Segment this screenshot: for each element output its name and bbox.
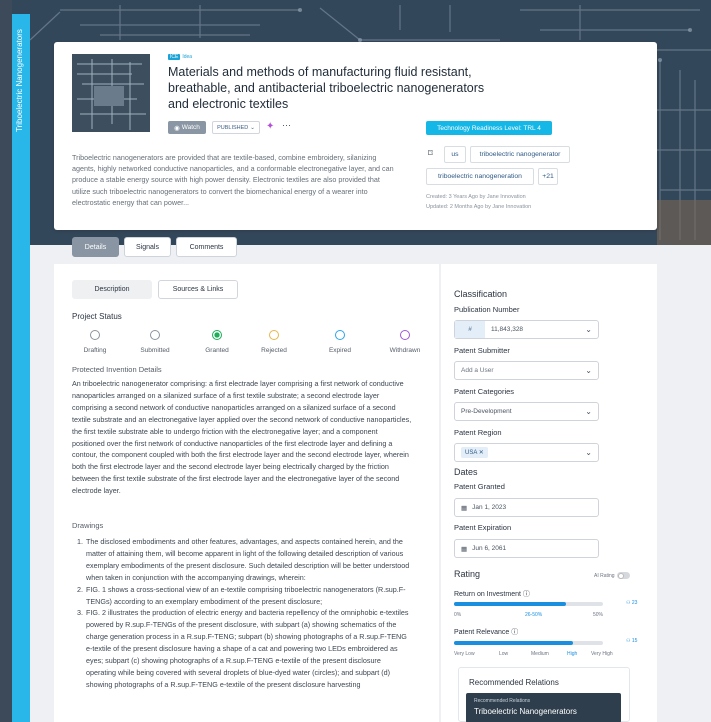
created-meta: Created: 3 Years Ago by Jane Innovation [426,194,526,200]
status-radio-icon [150,330,160,340]
patent-granted-label: Patent Granted [454,482,505,491]
dates-heading: Dates [454,467,478,477]
list-item: 1. The disclosed embodiments and other fe… [77,537,410,582]
roi-bar[interactable] [454,602,603,606]
project-status-heading: Project Status [72,312,122,321]
calendar-icon: ▦ [461,504,468,512]
protected-details-heading: Protected Invention Details [72,365,162,374]
status-radio-icon [269,330,279,340]
patent-submitter-select[interactable]: Add a User ⌄ [454,361,599,380]
chevron-down-icon: ⌄ [585,407,592,416]
recommended-heading: Recommended Relations [469,678,559,687]
status-expired[interactable]: Expired [310,330,370,354]
info-icon: ⓘ [522,591,530,598]
recommended-card[interactable]: Recommended Relations Triboelectric Nano… [466,693,621,722]
relevance-tick: Low [499,651,509,657]
tag-chip[interactable]: us [444,146,466,163]
idea-description: Triboelectric nanogenerators are provide… [72,153,394,207]
updated-meta: Updated: 2 Months Ago by Jane Innovation [426,204,532,210]
idea-thumbnail [72,54,150,132]
relevance-bar-fill [454,641,574,645]
relevance-voters[interactable]: ⚇ 15 [626,638,637,644]
status-radio-icon [90,330,100,340]
users-icon: ⚇ [626,600,631,606]
status-radio-icon [335,330,345,340]
chevron-down-icon: ⌄ [585,366,592,375]
status-dropdown[interactable]: PUBLISHED ⌄ [212,121,260,134]
tab-details[interactable]: Details [72,237,119,257]
ai-sparkle-icon[interactable]: ✦ [266,121,274,132]
chevron-down-icon: ⌄ [585,325,592,334]
ai-rating-label: AI Rating [594,573,615,579]
calendar-icon: ▦ [461,545,468,553]
chevron-down-icon: ⌄ [585,448,592,457]
more-tags-chip[interactable]: +21 [538,168,558,185]
ai-rating-toggle[interactable] [617,572,630,579]
status-radio-icon [400,330,410,340]
info-icon: ⓘ [511,629,519,636]
roi-bar-fill [454,602,566,606]
subtab-sources-links[interactable]: Sources & Links [158,280,238,299]
details-panel: Description Sources & Links Project Stat… [54,264,439,722]
status-withdrawn[interactable]: Withdrawn [375,330,435,354]
list-item: 2. FIG. 1 shows a cross-sectional view of… [77,584,406,606]
status-rejected[interactable]: Rejected [244,330,304,354]
idea-title: Materials and methods of manufacturing f… [168,65,485,111]
status-radio-selected-icon [212,330,222,340]
recommended-relations-box: Recommended Relations Recommended Relati… [458,667,630,722]
publication-number-field[interactable]: #11,843,328 ⌄ [454,320,599,339]
recommended-card-title: Triboelectric Nanogenerators [474,707,577,716]
relevance-tick: Medium [531,651,549,657]
patent-expiration-date[interactable]: ▦ Jun 6, 2061 [454,539,599,558]
drawings-heading: Drawings [72,521,104,530]
relevance-tick: High [567,651,578,657]
idea-header-card: ICE Idea Materials and methods of manufac… [54,42,657,230]
drawings-list: 1. The disclosed embodiments and other fe… [72,536,412,691]
status-drafting[interactable]: Drafting [65,330,125,354]
eye-icon: ◉ [174,124,180,132]
subtab-description[interactable]: Description [72,280,152,299]
status-granted[interactable]: Granted [187,330,247,354]
roi-label: Return on Investment ⓘ [454,591,530,598]
watch-button[interactable]: ◉ Watch [168,121,206,134]
patent-expiration-label: Patent Expiration [454,523,512,532]
roi-tick: 26-50% [525,612,543,618]
roi-tick: 0% [454,612,462,618]
region-chip[interactable]: USA ✕ [461,447,488,458]
protected-details-text: An triboelectric nanogenerator comprisin… [72,379,412,496]
patent-region-select[interactable]: USA ✕ ⌄ [454,443,599,462]
status-submitted[interactable]: Submitted [125,330,185,354]
publication-number-label: Publication Number [454,305,520,314]
trl-badge: Technology Readiness Level: TRL 4 [426,121,552,135]
patent-submitter-label: Patent Submitter [454,346,510,355]
tag-chip[interactable]: triboelectric nanogeneration [426,168,534,185]
left-strip [0,0,12,722]
chevron-down-icon: ⌄ [250,124,255,131]
list-item: 3. FIG. 2 illustrates the production of e… [77,608,409,689]
tag-icon: ⌑ [428,148,433,158]
rating-heading: Rating [454,569,481,579]
patent-categories-label: Patent Categories [454,387,515,396]
properties-sidebar: Classification Publication Number #11,84… [441,264,657,722]
roi-voters[interactable]: ⚇ 23 [626,600,637,606]
main-tabs: Details Signals Comments [72,237,237,257]
patent-granted-date[interactable]: ▦ Jan 1, 2023 [454,498,599,517]
more-options-button[interactable]: ··· [282,120,291,130]
relevance-tick: Very High [591,651,613,657]
tab-signals[interactable]: Signals [124,237,171,257]
tab-comments[interactable]: Comments [176,237,237,257]
relevance-bar[interactable] [454,641,603,645]
vertical-section-tab[interactable]: Triboelectric Nanogenerators [12,14,30,722]
idea-type-tag: ICE Idea [168,54,193,60]
close-icon: ✕ [478,450,484,456]
relevance-tick: Very Low [454,651,475,657]
roi-tick: 50% [593,612,604,618]
patent-region-label: Patent Region [454,428,502,437]
users-icon: ⚇ [626,638,631,644]
vertical-tab-label: Triboelectric Nanogenerators [15,29,24,132]
tag-chip[interactable]: triboelectric nanogenerator [470,146,570,163]
relevance-label: Patent Relevance ⓘ [454,629,519,636]
classification-heading: Classification [454,289,508,299]
patent-categories-select[interactable]: Pre-Development ⌄ [454,402,599,421]
